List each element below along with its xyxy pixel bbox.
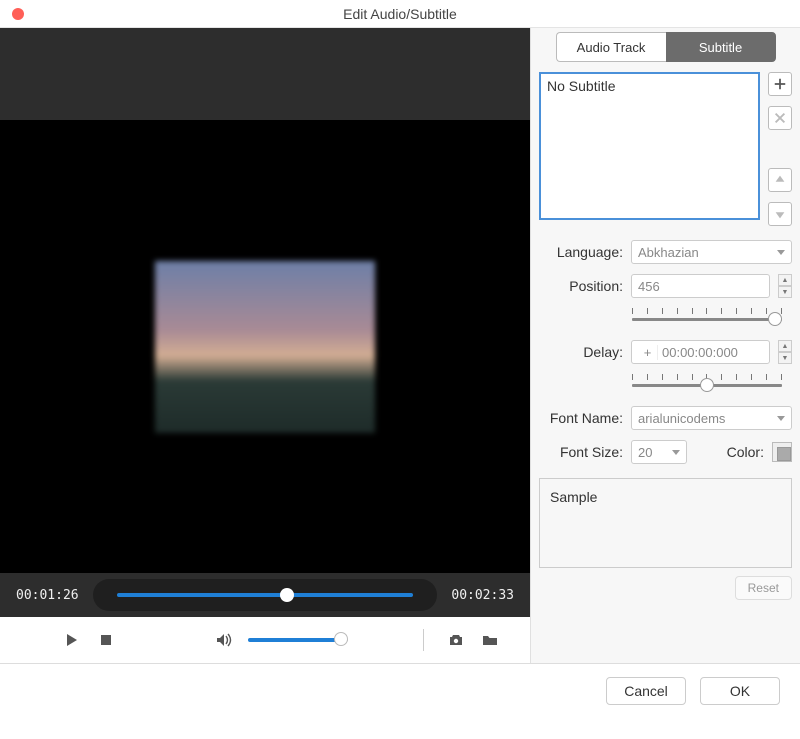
delay-slider[interactable] [632,374,782,396]
chevron-down-icon [777,250,785,255]
delay-value: 00:00:00:000 [662,345,738,360]
play-icon[interactable] [62,630,82,650]
language-value: Abkhazian [638,245,699,260]
language-select[interactable]: Abkhazian [631,240,792,264]
subtitle-form: Language: Abkhazian Position: 456 ▲▼ [539,240,792,464]
cancel-button[interactable]: Cancel [606,677,686,705]
tab-subtitle[interactable]: Subtitle [666,32,776,62]
subtitle-list-item[interactable]: No Subtitle [547,78,752,94]
video-canvas[interactable] [0,120,530,573]
volume-icon[interactable] [214,630,234,650]
delay-label: Delay: [539,344,623,360]
position-slider-thumb[interactable] [768,312,782,326]
position-stepper[interactable]: ▲▼ [778,274,792,298]
subtitle-list[interactable]: No Subtitle [539,72,760,220]
player-controls [0,617,530,663]
time-total: 00:02:33 [451,588,514,603]
main-area: 00:01:26 00:02:33 [0,28,800,664]
close-window-button[interactable] [12,8,24,20]
font-size-value: 20 [638,445,652,460]
window-title: Edit Audio/Subtitle [0,6,800,22]
font-name-value: arialunicodems [638,411,725,426]
font-size-select[interactable]: 20 [631,440,687,464]
video-thumbnail [155,261,375,433]
move-down-button[interactable] [768,202,792,226]
delay-slider-thumb[interactable] [700,378,714,392]
folder-icon[interactable] [480,630,500,650]
sample-preview: Sample [539,478,792,568]
color-label: Color: [727,444,764,460]
font-name-select[interactable]: arialunicodems [631,406,792,430]
chevron-down-icon [672,450,680,455]
subtitle-list-row: No Subtitle [539,72,792,226]
delay-sign: + [638,345,658,360]
chevron-down-icon [777,416,785,421]
camera-icon[interactable] [446,630,466,650]
stop-icon[interactable] [96,630,116,650]
position-value: 456 [638,279,660,294]
volume-slider[interactable] [248,638,348,642]
timeline-thumb[interactable] [280,588,294,602]
delay-stepper[interactable]: ▲▼ [778,340,792,364]
font-size-label: Font Size: [539,444,623,460]
reset-button[interactable]: Reset [735,576,792,600]
color-picker[interactable] [772,442,792,462]
time-current: 00:01:26 [16,588,79,603]
delay-input[interactable]: + 00:00:00:000 [631,340,770,364]
timeline-row: 00:01:26 00:02:33 [0,573,530,617]
separator [423,629,424,651]
move-up-button[interactable] [768,168,792,192]
titlebar: Edit Audio/Subtitle [0,0,800,28]
sample-label: Sample [550,489,597,505]
tabs: Audio Track Subtitle [539,32,792,62]
tab-audio-track[interactable]: Audio Track [556,32,666,62]
font-name-label: Font Name: [539,410,623,426]
language-label: Language: [539,244,623,260]
position-slider[interactable] [632,308,782,330]
timeline-scrubber[interactable] [93,579,438,611]
volume-thumb[interactable] [334,632,348,646]
add-subtitle-button[interactable] [768,72,792,96]
left-panel: 00:01:26 00:02:33 [0,28,530,663]
video-player: 00:01:26 00:02:33 [0,28,530,617]
subtitle-list-buttons [768,72,792,226]
dialog-buttons: Cancel OK [0,664,800,718]
right-panel: Audio Track Subtitle No Subtitle [530,28,800,663]
timeline-track [117,593,414,597]
remove-subtitle-button[interactable] [768,106,792,130]
video-letterbox-top [0,28,530,120]
position-label: Position: [539,278,623,294]
position-input[interactable]: 456 [631,274,770,298]
ok-button[interactable]: OK [700,677,780,705]
